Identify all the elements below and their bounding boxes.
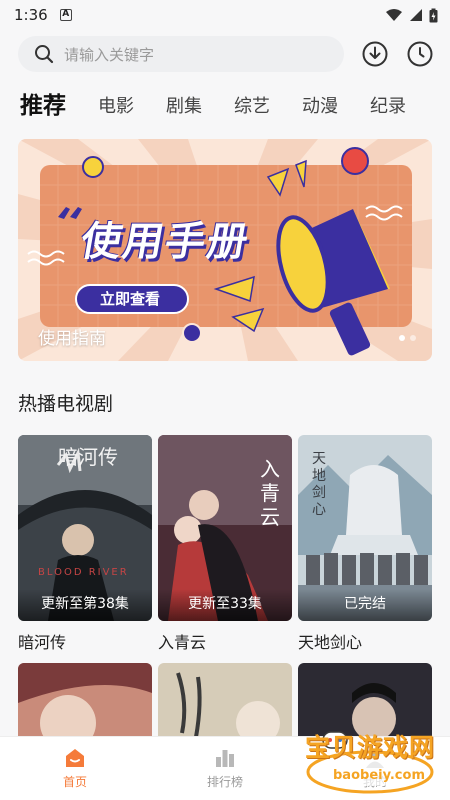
show-card[interactable]: [158, 663, 292, 743]
show-title: 天地剑心: [298, 633, 363, 652]
banner-dot: [410, 335, 416, 341]
show-card[interactable]: [18, 663, 152, 743]
signal-icon: [410, 9, 422, 21]
home-icon: [66, 749, 84, 767]
download-icon: [362, 41, 388, 67]
nav-label: 排行榜: [206, 775, 243, 789]
history-button[interactable]: [406, 40, 434, 68]
category-tabs: 推荐 电影 剧集 综艺 动漫 纪录: [20, 88, 450, 122]
watermark-url: baobeiy.com: [333, 768, 425, 783]
episode-status: 已完结: [298, 589, 432, 621]
episode-status: 更新至33集: [158, 589, 292, 621]
tab-documentary[interactable]: 纪录: [370, 92, 406, 122]
ranking-icon: [216, 750, 234, 767]
banner-headline: 使用手册: [77, 219, 254, 265]
tab-series[interactable]: 剧集: [166, 92, 202, 122]
banner-indicator: [399, 335, 416, 341]
download-button[interactable]: [361, 40, 389, 68]
banner-carousel[interactable]: 使用手册 立即查看 使用指南: [18, 139, 432, 361]
poster: 天地剑心 已完结: [298, 435, 432, 621]
nav-label: 首页: [62, 775, 87, 789]
poster-title-text: 暗河传: [58, 445, 118, 469]
search-row: 请输入关键字: [18, 36, 434, 72]
tab-recommend[interactable]: 推荐: [20, 88, 66, 122]
clock-icon: [407, 41, 433, 67]
wifi-icon: [386, 9, 402, 21]
poster: 入青云 更新至33集: [158, 435, 292, 621]
site-watermark: 宝贝游戏网 baobeiy.com: [275, 720, 450, 800]
status-time: 1:36: [14, 6, 48, 24]
banner-caption: 使用指南: [38, 329, 106, 349]
episode-status: 更新至第38集: [18, 589, 152, 621]
banner-dot: [399, 335, 405, 341]
status-bar: 1:36 A: [0, 0, 450, 30]
poster: [158, 663, 292, 743]
search-input[interactable]: 请输入关键字: [18, 36, 345, 72]
battery-icon: [429, 8, 438, 22]
poster-title-text: 天地剑心: [312, 451, 326, 518]
tab-anime[interactable]: 动漫: [302, 92, 338, 122]
banner-button[interactable]: 立即查看: [100, 288, 160, 309]
poster-image: [158, 663, 292, 743]
show-title: 暗河传: [18, 633, 67, 652]
section-title: 热播电视剧: [18, 393, 114, 415]
poster-subtitle-text: BLOOD RIVER: [38, 567, 129, 578]
show-card[interactable]: 入青云 更新至33集 入青云: [158, 435, 292, 655]
show-card[interactable]: 天地剑心 已完结 天地剑心: [298, 435, 432, 655]
poster-title-text: 入青云: [260, 457, 280, 529]
status-icons: [385, 8, 438, 23]
nav-home[interactable]: 首页: [0, 737, 150, 800]
poster: 暗河传 BLOOD RIVER 更新至第38集: [18, 435, 152, 621]
poster-image: [18, 663, 152, 743]
poster: [18, 663, 152, 743]
watermark-text: 宝贝游戏网: [305, 733, 436, 762]
notification-icon: A: [59, 9, 72, 21]
search-placeholder: 请输入关键字: [64, 45, 155, 64]
show-card[interactable]: 暗河传 BLOOD RIVER 更新至第38集 暗河传: [18, 435, 152, 655]
tab-movies[interactable]: 电影: [98, 92, 134, 122]
show-grid: 暗河传 BLOOD RIVER 更新至第38集 暗河传 入青云 更新至33集 入…: [18, 435, 432, 743]
show-title: 入青云: [158, 633, 207, 652]
search-icon: [35, 45, 54, 64]
tab-variety[interactable]: 综艺: [234, 92, 270, 122]
